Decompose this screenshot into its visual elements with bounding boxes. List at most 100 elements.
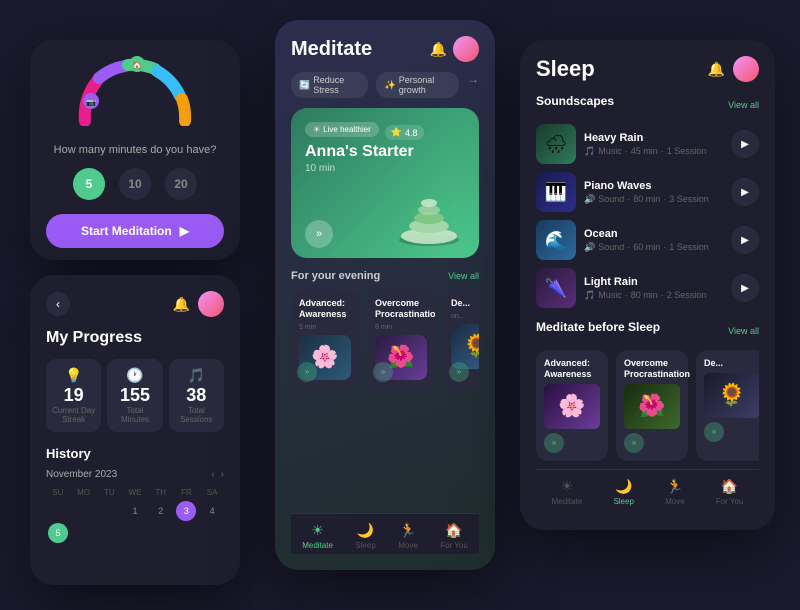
bell-icon[interactable]: 🔔 bbox=[173, 296, 190, 313]
reduce-stress-label: Reduce Stress bbox=[313, 75, 360, 95]
other-play-button[interactable]: » bbox=[449, 362, 469, 382]
sleep-mini-card-procrastination[interactable]: Overcome Procrastination 🌺 » bbox=[616, 350, 688, 461]
month-label: November 2023 bbox=[46, 469, 117, 480]
procrastination-sub: 8 min bbox=[375, 324, 427, 331]
cal-day-4[interactable]: 4 bbox=[202, 501, 222, 521]
sound-icon-3: 🔊 bbox=[584, 242, 595, 253]
stat-streak: 💡 19 Current Day Streak bbox=[46, 359, 101, 432]
evening-cards-row: Advanced: Awareness 5 min 🌸 » Overcome P… bbox=[291, 290, 479, 388]
cal-day-2[interactable]: 2 bbox=[151, 501, 171, 521]
ocean-type: Sound bbox=[598, 242, 624, 252]
cal-header-tu: TU bbox=[97, 486, 121, 499]
sleep-awareness-img: 🌸 bbox=[544, 384, 600, 429]
piano-waves-name: Piano Waves bbox=[584, 180, 723, 192]
progress-header: ‹ 🔔 bbox=[46, 291, 224, 317]
sleep-other-play[interactable]: » bbox=[704, 422, 724, 442]
awareness-play-button[interactable]: » bbox=[297, 362, 317, 382]
mini-card-awareness[interactable]: Advanced: Awareness 5 min 🌸 » bbox=[291, 290, 359, 388]
nav-move[interactable]: 🏃 Move bbox=[398, 522, 418, 550]
awareness-sub: 5 min bbox=[299, 324, 351, 331]
soundscapes-view-all[interactable]: View all bbox=[728, 100, 759, 110]
feature-card: ☀ Live healthier ⭐ 4.8 Anna's Starter 10… bbox=[291, 108, 479, 258]
cal-day-empty-1 bbox=[48, 501, 68, 521]
heavy-rain-name: Heavy Rain bbox=[584, 132, 723, 144]
music-icon-1: 🎵 bbox=[584, 146, 595, 157]
sleep-nav-sleep[interactable]: 🌙 Sleep bbox=[613, 478, 633, 506]
cal-day-5[interactable]: 5 bbox=[48, 523, 68, 543]
before-sleep-view-all[interactable]: View all bbox=[728, 326, 759, 336]
cal-day-1[interactable]: 1 bbox=[125, 501, 145, 521]
sleep-avatar bbox=[733, 56, 759, 82]
time-option-20[interactable]: 20 bbox=[165, 168, 197, 200]
time-option-10[interactable]: 10 bbox=[119, 168, 151, 200]
back-button[interactable]: ‹ bbox=[46, 292, 70, 316]
cal-day-empty-3 bbox=[99, 501, 119, 521]
light-rain-name: Light Rain bbox=[584, 276, 723, 288]
soundscapes-section: Soundscapes View all 🌧 Heavy Rain 🎵 Musi… bbox=[536, 94, 759, 308]
feature-play-button[interactable]: » bbox=[305, 220, 333, 248]
sleep-nav-foryou[interactable]: 🏠 For You bbox=[716, 478, 744, 506]
prev-month-button[interactable]: ‹ bbox=[211, 469, 214, 480]
procrastination-play-button[interactable]: » bbox=[373, 362, 393, 382]
streak-icon: 💡 bbox=[52, 367, 95, 384]
awareness-title: Advanced: Awareness bbox=[299, 298, 351, 320]
more-options-icon[interactable]: → bbox=[467, 72, 479, 98]
tag-personal-growth[interactable]: ✨ Personal growth bbox=[376, 72, 459, 98]
cal-day-3[interactable]: 3 bbox=[176, 501, 196, 521]
sleep-procrastination-img: 🌺 bbox=[624, 384, 680, 429]
sleep-bottom-nav: ☀ Meditate 🌙 Sleep 🏃 Move 🏠 For You bbox=[536, 469, 759, 510]
nav-foryou[interactable]: 🏠 For You bbox=[440, 522, 468, 550]
sleep-card-meditate-label: Meditate bbox=[552, 497, 583, 506]
sleep-procrastination-title: Overcome Procrastination bbox=[624, 358, 680, 380]
sleep-nav-move[interactable]: 🏃 Move bbox=[665, 478, 685, 506]
nav-meditate[interactable]: ☀ Meditate bbox=[302, 522, 333, 550]
ocean-duration: 60 min bbox=[633, 242, 660, 252]
cal-header-we: WE bbox=[123, 486, 147, 499]
soundscapes-header: Soundscapes View all bbox=[536, 94, 759, 116]
next-month-button[interactable]: › bbox=[221, 469, 224, 480]
sleep-mini-card-awareness[interactable]: Advanced: Awareness 🌸 » bbox=[536, 350, 608, 461]
sleep-bell-icon[interactable]: 🔔 bbox=[708, 61, 725, 78]
music-icon-4: 🎵 bbox=[584, 290, 595, 301]
meditate-nav-icon: ☀ bbox=[311, 522, 324, 539]
sound-heavy-rain: 🌧 Heavy Rain 🎵 Music · 45 min · 1 Sessio… bbox=[536, 124, 759, 164]
heavy-rain-play-button[interactable]: ▶ bbox=[731, 130, 759, 158]
evening-label: For your evening bbox=[291, 270, 380, 282]
meditate-bell-icon[interactable]: 🔔 bbox=[430, 41, 447, 58]
piano-waves-play-button[interactable]: ▶ bbox=[731, 178, 759, 206]
piano-waves-info: Piano Waves 🔊 Sound · 80 min · 3 Session bbox=[584, 180, 723, 205]
sleep-nav-label: Sleep bbox=[355, 541, 375, 550]
piano-waves-thumb: 🎹 bbox=[536, 172, 576, 212]
light-rain-thumb: 🌂 bbox=[536, 268, 576, 308]
play-icon: ▶ bbox=[180, 224, 189, 238]
other-sub: un... bbox=[451, 313, 479, 320]
piano-waves-sessions: 3 Session bbox=[669, 194, 709, 204]
light-rain-play-button[interactable]: ▶ bbox=[731, 274, 759, 302]
question-text: How many minutes do you have? bbox=[46, 144, 224, 156]
stones-illustration bbox=[389, 168, 469, 248]
start-meditation-label: Start Meditation bbox=[81, 224, 172, 238]
mini-card-other[interactable]: De... un... 🌻 » bbox=[443, 290, 479, 388]
meditate-avatar bbox=[453, 36, 479, 62]
view-all-button[interactable]: View all bbox=[448, 271, 479, 281]
sleep-card-sleep-label: Sleep bbox=[613, 497, 633, 506]
mini-card-procrastination[interactable]: Overcome Procrastination 8 min 🌺 » bbox=[367, 290, 435, 388]
sleep-card-move-icon: 🏃 bbox=[666, 478, 683, 495]
sleep-procrastination-play[interactable]: » bbox=[624, 433, 644, 453]
light-rain-meta: 🎵 Music · 80 min · 2 Session bbox=[584, 290, 723, 301]
ocean-sessions: 1 Session bbox=[669, 242, 709, 252]
streak-label: Current Day Streak bbox=[52, 406, 95, 424]
light-rain-type: Music bbox=[598, 290, 622, 300]
time-option-5[interactable]: 5 bbox=[73, 168, 105, 200]
meditate-title: Meditate bbox=[291, 38, 372, 61]
start-meditation-button[interactable]: Start Meditation ▶ bbox=[46, 214, 224, 248]
sleep-mini-card-other[interactable]: De... 🌻 » bbox=[696, 350, 759, 461]
tag-reduce-stress[interactable]: 🔄 Reduce Stress bbox=[291, 72, 368, 98]
ocean-play-button[interactable]: ▶ bbox=[731, 226, 759, 254]
sleep-nav-meditate[interactable]: ☀ Meditate bbox=[552, 478, 583, 506]
sleep-awareness-play[interactable]: » bbox=[544, 433, 564, 453]
progress-title: My Progress bbox=[46, 329, 224, 347]
arc-chart: 📷 🏠 bbox=[46, 56, 224, 136]
cal-header-su: SU bbox=[46, 486, 70, 499]
nav-sleep[interactable]: 🌙 Sleep bbox=[355, 522, 375, 550]
